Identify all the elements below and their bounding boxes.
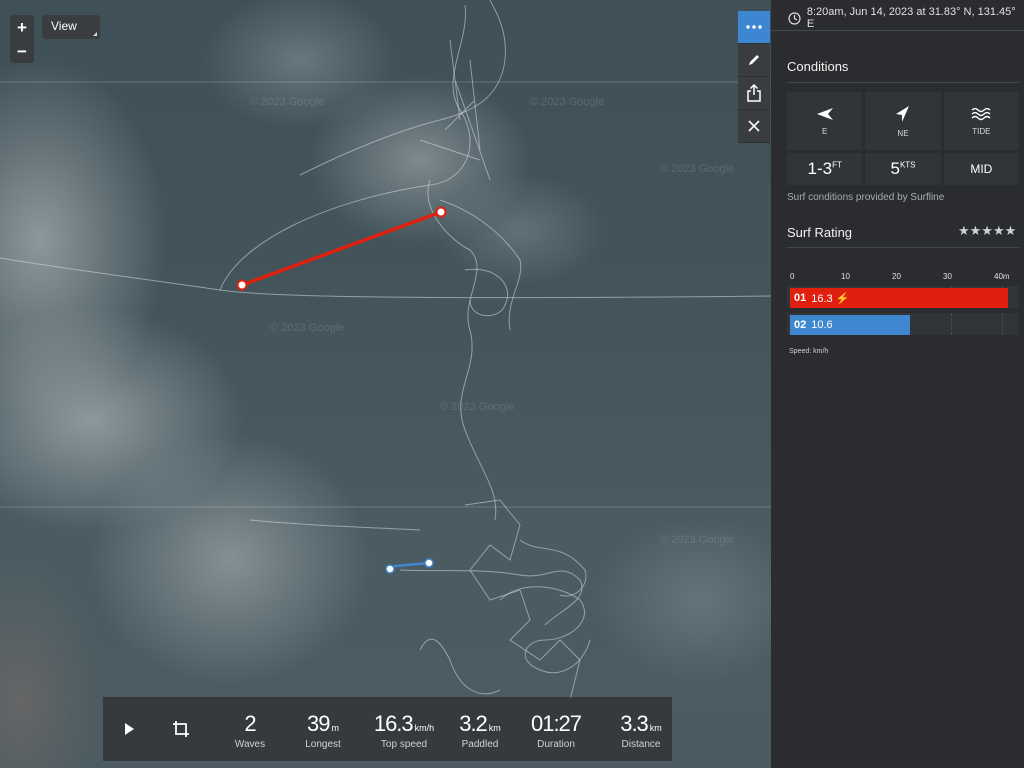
- duration-value: 01:27: [530, 711, 582, 736]
- divider: [787, 82, 1019, 83]
- top-speed-label: Top speed: [380, 739, 428, 750]
- x-tick-label: 20: [892, 272, 901, 281]
- paddled-unit: km: [488, 723, 501, 733]
- tide-label: TIDE: [972, 126, 991, 136]
- swell-height-unit: FT: [832, 160, 842, 170]
- longest-unit: m: [331, 723, 339, 733]
- map-watermark: © 2023 Google: [660, 534, 735, 546]
- longest-value: 39: [307, 711, 331, 736]
- wave-bar: 01 16.3 ⚡: [790, 288, 1009, 308]
- duration-label: Duration: [537, 739, 575, 750]
- zoom-control: + −: [10, 15, 34, 63]
- wave-length-chart: 0 10 20 30 40m 01 16.3 ⚡ 02 10.6: [787, 272, 1019, 340]
- top-speed-unit: km/h: [414, 723, 435, 733]
- view-dropdown[interactable]: View: [42, 15, 100, 39]
- wave-number: 02: [794, 319, 807, 331]
- close-icon: [748, 120, 760, 132]
- tide-level-cell: MID: [943, 153, 1019, 185]
- distance-label: Distance: [621, 739, 661, 750]
- timestamp-text: 8:20am, Jun 14, 2023 at 31.83° N, 131.45…: [806, 6, 1016, 30]
- x-tick-label: 10: [841, 272, 850, 281]
- zoom-out-button[interactable]: −: [17, 43, 27, 60]
- pencil-icon: [749, 55, 759, 65]
- wind-direction-cell: NE: [865, 92, 941, 150]
- conditions-title: Conditions: [787, 59, 849, 74]
- chart-x-ticks: 0 10 20 30 40m: [787, 272, 1019, 286]
- map-watermark: © 2023 Google: [660, 163, 735, 175]
- arrow-west-icon: [816, 107, 833, 120]
- share-button[interactable]: [738, 77, 770, 110]
- edit-button[interactable]: [738, 44, 770, 77]
- session-details-panel: 8:20am, Jun 14, 2023 at 31.83° N, 131.45…: [771, 0, 1024, 768]
- wave-speed-value: 10.6: [811, 319, 833, 331]
- speed-unit-label: Speed: km/h: [789, 348, 829, 355]
- gps-track-overlay: [0, 0, 771, 701]
- more-dots-icon: [746, 25, 762, 29]
- stat-waves: 2 Waves: [228, 711, 272, 750]
- longest-label: Longest: [305, 739, 341, 750]
- surf-rating-title: Surf Rating: [787, 225, 853, 240]
- stat-paddled: 3.2 km Paddled: [455, 711, 505, 750]
- tide-waves-icon: [971, 107, 991, 120]
- tide-level-value: MID: [970, 162, 993, 176]
- x-tick-label: 0: [790, 272, 795, 281]
- wave-number: 01: [794, 292, 807, 304]
- wave-bar-track[interactable]: 01 16.3 ⚡: [787, 286, 1019, 308]
- map-toolbar: [738, 11, 770, 143]
- map-watermark: © 2023 Google: [270, 322, 345, 334]
- stat-longest: 39 m Longest: [298, 711, 348, 750]
- conditions-credit: Surf conditions provided by Surfline: [787, 192, 945, 203]
- stat-top-speed: 16.3 km/h Top speed: [371, 711, 437, 750]
- map-view[interactable]: © 2023 Google © 2023 Google © 2023 Googl…: [0, 0, 771, 768]
- map-watermark: © 2023 Google: [250, 96, 325, 108]
- more-button[interactable]: [738, 11, 770, 44]
- close-button[interactable]: [738, 110, 770, 143]
- swell-height-cell: 1-3FT: [787, 153, 863, 185]
- clock-icon: [788, 11, 801, 25]
- swell-direction-label: E: [821, 126, 828, 136]
- divider: [771, 30, 1024, 31]
- swell-direction-cell: E: [787, 92, 863, 150]
- swell-height-value: 1-3: [807, 159, 833, 178]
- distance-unit: km: [649, 723, 662, 733]
- share-icon: [747, 84, 761, 102]
- wind-speed-cell: 5KTS: [865, 153, 941, 185]
- x-tick-label: 30: [943, 272, 952, 281]
- zoom-in-button[interactable]: +: [17, 19, 27, 36]
- wave-bar: 02 10.6: [790, 315, 911, 335]
- x-tick-label: 40m: [994, 272, 1010, 281]
- crop-icon: [173, 721, 189, 737]
- stat-distance: 3.3 km Distance: [615, 711, 667, 750]
- paddled-label: Paddled: [461, 739, 499, 750]
- chart-gridline: [951, 313, 952, 335]
- arrow-northeast-icon: [895, 105, 909, 122]
- surf-rating-stars[interactable]: ★★★★★: [958, 223, 1016, 239]
- conditions-grid: E NE TIDE 1-3FT 5KTS MID: [787, 92, 1019, 185]
- wind-speed-unit: KTS: [899, 160, 916, 170]
- wind-direction-label: NE: [897, 128, 909, 138]
- waves-value: 2: [244, 711, 256, 736]
- wave-bar-track[interactable]: 02 10.6: [787, 313, 1019, 335]
- crop-button[interactable]: [155, 697, 207, 761]
- wind-speed-value: 5: [890, 159, 900, 178]
- map-watermark: © 2023 Google: [530, 96, 605, 108]
- wave-speed-value: 16.3 ⚡: [811, 292, 850, 305]
- chart-bars: 01 16.3 ⚡ 02 10.6: [787, 286, 1019, 335]
- stat-duration: 01:27 Duration: [528, 711, 584, 750]
- play-button[interactable]: [103, 697, 155, 761]
- chart-gridline: [1002, 313, 1003, 335]
- top-speed-value: 16.3: [373, 711, 414, 736]
- tide-cell: TIDE: [943, 92, 1019, 150]
- divider: [787, 247, 1019, 248]
- session-stats-bar: 2 Waves 39 m Longest 16.3 km/h Top speed 3…: [103, 697, 672, 761]
- waves-label: Waves: [234, 739, 266, 750]
- distance-value: 3.3: [620, 711, 649, 736]
- map-watermark: © 2023 Google: [440, 401, 515, 413]
- session-timestamp: 8:20am, Jun 14, 2023 at 31.83° N, 131.45…: [788, 6, 1024, 30]
- paddled-value: 3.2: [459, 711, 488, 736]
- play-icon: [125, 723, 134, 735]
